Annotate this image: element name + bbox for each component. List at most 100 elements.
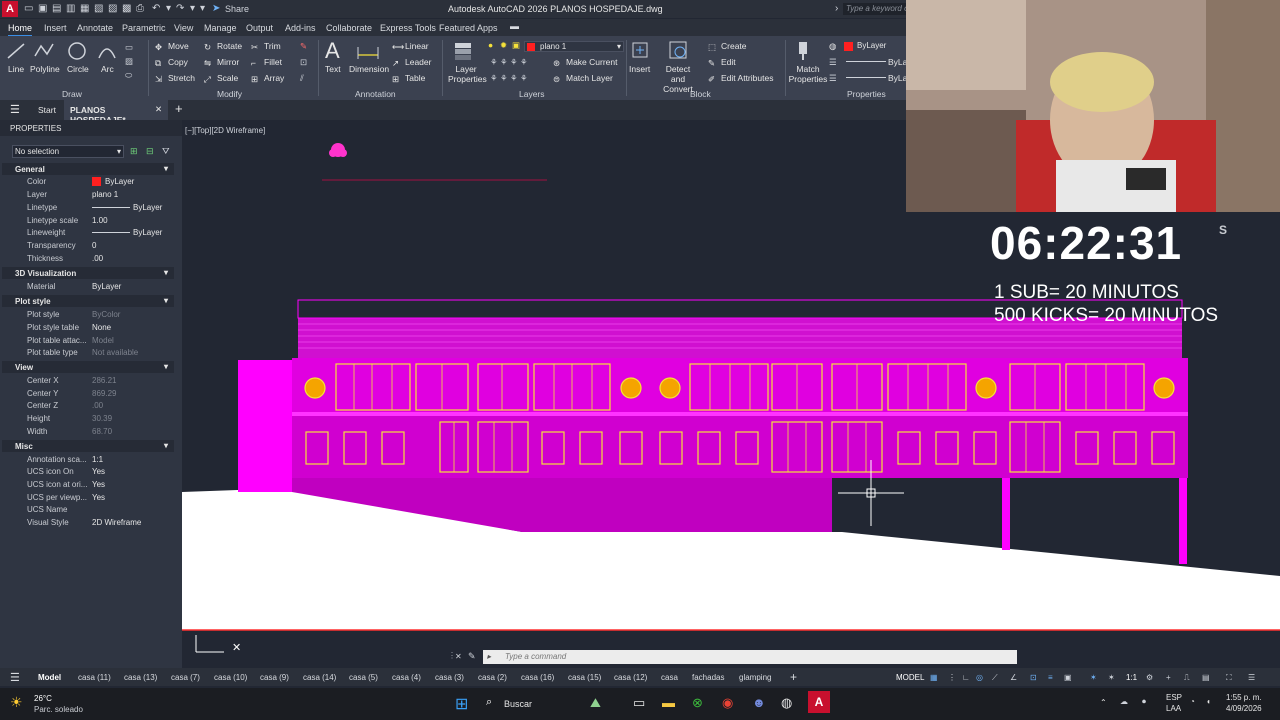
export-icon[interactable]: ▩: [122, 3, 131, 14]
command-customize-icon[interactable]: ✎: [468, 651, 476, 662]
autocad-taskbar-icon[interactable]: A: [808, 691, 830, 713]
search-icon[interactable]: ⌕: [486, 696, 492, 709]
file-tab[interactable]: PLANOS HOSPEDAJE*: [64, 100, 168, 125]
section-3d-visualization[interactable]: 3D Visualization ▾: [2, 267, 174, 279]
annotation-autoscale-icon[interactable]: ✶: [1108, 673, 1115, 682]
layout-tab[interactable]: casa (15): [568, 673, 601, 682]
osnap-tracking-icon[interactable]: ∠: [1010, 673, 1017, 682]
draw-group-label[interactable]: Draw: [62, 89, 82, 99]
layer-dropdown[interactable]: plano 1 ▾: [524, 41, 624, 52]
viewport-controls-label[interactable]: [−][Top][2D Wireframe]: [185, 126, 265, 135]
tab-view[interactable]: View: [174, 23, 193, 33]
tab-home[interactable]: Home: [8, 23, 33, 37]
new-file-icon[interactable]: ▭: [24, 3, 33, 14]
isodraft-icon[interactable]: ⟋: [992, 673, 998, 683]
annotation-scale-dropdown[interactable]: 1:1: [1126, 673, 1137, 682]
snap-icon[interactable]: ⋮: [948, 673, 956, 682]
cloud-icon[interactable]: ☁: [1120, 697, 1128, 706]
layer-freeze-icon[interactable]: ✹: [500, 40, 507, 51]
obs-icon[interactable]: ◍: [781, 695, 792, 711]
tab-annotate[interactable]: Annotate: [77, 23, 113, 33]
volume-icon[interactable]: ◖: [1206, 697, 1211, 706]
ellipse-icon[interactable]: ⬭: [125, 70, 132, 81]
layer-lock-icon[interactable]: ▣: [512, 40, 520, 51]
leader-button[interactable]: ↗ Leader: [392, 57, 431, 68]
search-arrow-icon[interactable]: ›: [835, 3, 838, 14]
tab-add-ins[interactable]: Add-ins: [285, 23, 316, 33]
customization-icon[interactable]: ☰: [1248, 673, 1255, 682]
weather-desc[interactable]: Parc. soleado: [34, 705, 83, 714]
share-icon[interactable]: ➤: [212, 3, 220, 14]
polar-icon[interactable]: ◎: [976, 673, 983, 682]
command-close-icon[interactable]: ✕: [455, 652, 462, 661]
web-open-icon[interactable]: ▧: [94, 3, 103, 14]
undo-icon[interactable]: ↶: [152, 3, 160, 14]
move-button[interactable]: ✥ Move: [155, 41, 189, 52]
prop-value[interactable]: ByLayer: [133, 203, 162, 212]
dimension-icon[interactable]: [356, 41, 380, 61]
prop-value[interactable]: 2D Wireframe: [92, 518, 141, 527]
clean-screen-icon[interactable]: ⛶: [1226, 673, 1232, 683]
layout-tab[interactable]: casa (10): [214, 673, 247, 682]
import-icon[interactable]: ▨: [108, 3, 117, 14]
quick-properties-icon[interactable]: ▤: [1202, 673, 1210, 682]
insert-button[interactable]: Insert: [629, 64, 650, 74]
layer-tools-icons[interactable]: ⚘ ⚘ ⚘ ⚘: [490, 57, 528, 68]
tab-parametric[interactable]: Parametric: [122, 23, 166, 33]
edit-attributes-button[interactable]: ✐ Edit Attributes: [708, 73, 773, 84]
circle-button[interactable]: Circle: [67, 64, 89, 74]
layout-menu-icon[interactable]: ☰: [10, 671, 20, 684]
windows-start-icon[interactable]: ⊞: [455, 694, 468, 714]
ortho-icon[interactable]: ∟: [962, 673, 970, 682]
layout-tab[interactable]: casa (16): [521, 673, 554, 682]
autocad-logo-icon[interactable]: A: [2, 1, 18, 17]
dimension-button[interactable]: Dimension: [349, 64, 389, 74]
plot-icon[interactable]: ⎙: [136, 3, 144, 14]
insert-block-icon[interactable]: [630, 40, 650, 62]
prop-value[interactable]: 1.00: [92, 216, 108, 225]
new-tab-icon[interactable]: +: [175, 101, 183, 116]
layout-tab[interactable]: casa (4): [392, 673, 421, 682]
lineweight-dropdown[interactable]: ByLa: [888, 73, 907, 83]
layout-tab[interactable]: glamping: [739, 673, 771, 682]
prop-value[interactable]: 1:1: [92, 455, 103, 464]
tab-model[interactable]: Model: [38, 673, 61, 682]
layout-tab[interactable]: casa (13): [124, 673, 157, 682]
landscape-widget-icon[interactable]: ⛰: [590, 695, 601, 711]
layer-on-icon[interactable]: ●: [488, 40, 493, 50]
copy-button[interactable]: ⧉ Copy: [155, 57, 188, 68]
grid-icon[interactable]: ▦: [930, 673, 938, 682]
section-general[interactable]: General ▾: [2, 163, 174, 175]
layout-tab[interactable]: casa (5): [349, 673, 378, 682]
redo-dropdown-icon[interactable]: ▾: [190, 3, 195, 14]
save-as-icon[interactable]: ▥: [66, 3, 75, 14]
add-icon[interactable]: +: [1166, 673, 1171, 682]
table-button[interactable]: ⊞ Table: [392, 73, 425, 84]
block-group-label[interactable]: Block: [690, 89, 711, 99]
command-input[interactable]: ▸ Type a command: [483, 650, 1017, 664]
quick-select-icon[interactable]: ⛛: [162, 146, 170, 157]
transparency-icon[interactable]: ▣: [1064, 673, 1072, 682]
layout-tab[interactable]: casa (3): [435, 673, 464, 682]
prop-value[interactable]: ByLayer: [92, 282, 121, 291]
prop-value[interactable]: plano 1: [92, 190, 118, 199]
prop-value[interactable]: 0: [92, 241, 96, 250]
section-view[interactable]: View ▾: [2, 361, 174, 373]
tab-featured-apps[interactable]: Featured Apps: [439, 23, 498, 33]
layout-tab[interactable]: fachadas: [692, 673, 724, 682]
file-explorer-icon[interactable]: ▬: [662, 695, 675, 710]
make-current-button[interactable]: ⊛ Make Current: [553, 57, 618, 68]
layout-tab[interactable]: casa (2): [478, 673, 507, 682]
xbox-icon[interactable]: ⊗: [692, 695, 703, 711]
layout-tab[interactable]: casa (11): [78, 673, 111, 682]
quick-access-dropdown-icon[interactable]: ▾: [200, 3, 205, 14]
undo-dropdown-icon[interactable]: ▾: [166, 3, 171, 14]
layout-tab[interactable]: casa: [661, 673, 678, 682]
layout-tab[interactable]: casa (14): [303, 673, 336, 682]
keyword-search-input[interactable]: Type a keyword or...: [843, 3, 906, 15]
mirror-button[interactable]: ⇋ Mirror: [204, 57, 239, 68]
match-properties-icon[interactable]: [795, 40, 817, 62]
linetype-icon[interactable]: ☰: [829, 57, 837, 68]
microphone-icon[interactable]: ⏺: [1142, 697, 1146, 707]
taskbar-search[interactable]: Buscar: [504, 699, 532, 709]
